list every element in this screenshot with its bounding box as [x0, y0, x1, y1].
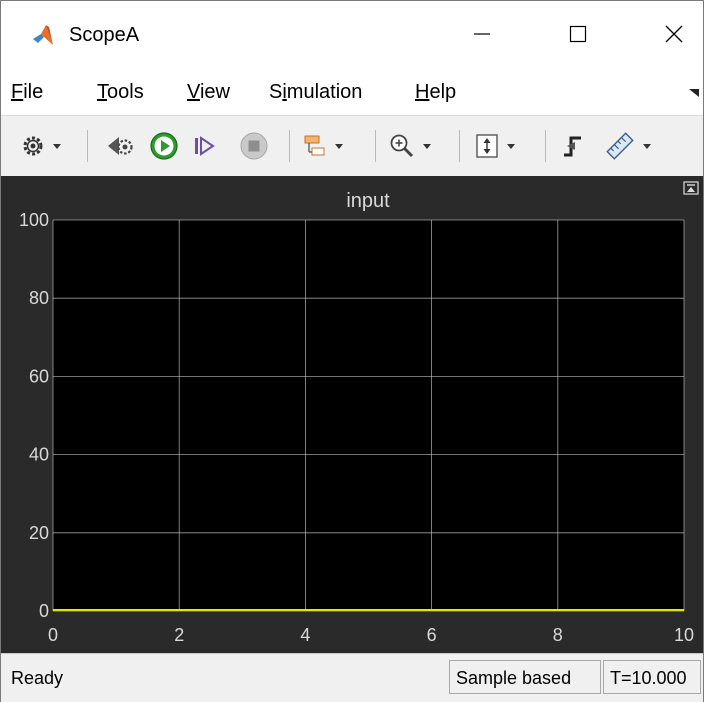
step-back-icon	[108, 137, 133, 155]
minimize-button[interactable]	[457, 1, 507, 67]
fit-axes-dropdown-caret-icon	[507, 143, 515, 149]
y-tick-label: 40	[29, 445, 49, 465]
scope-display: 0 2 4 6 8 10 0 20 40 60 80 100 input	[1, 176, 703, 653]
scope-plot[interactable]: 0 2 4 6 8 10020406080100 input	[1, 176, 703, 653]
zoom-dropdown-caret-icon	[423, 143, 431, 149]
zoom-in-icon	[390, 134, 414, 158]
scope-window: ScopeA File Tools View Simulation Help 0…	[0, 0, 704, 702]
window-title: ScopeA	[69, 24, 140, 46]
toolbar	[1, 115, 703, 176]
zoom-button[interactable]	[389, 126, 431, 166]
y-tick-label: 100	[19, 210, 49, 230]
measurements-button[interactable]	[605, 126, 651, 166]
measurements-icon	[606, 132, 634, 160]
undock-icon[interactable]	[683, 181, 699, 195]
step-back-button[interactable]	[105, 126, 135, 166]
trigger-button[interactable]	[561, 126, 585, 166]
trigger-icon	[564, 136, 581, 157]
run-button[interactable]	[149, 126, 179, 166]
settings-dropdown-caret-icon	[53, 143, 61, 149]
fit-axes-button[interactable]	[475, 126, 515, 166]
status-bar: Ready Sample based T=10.000	[1, 653, 703, 702]
step-forward-button[interactable]	[193, 126, 217, 166]
plot-title: input	[346, 190, 390, 212]
maximize-icon	[569, 25, 587, 43]
toolbar-separator	[459, 130, 460, 162]
menu-view[interactable]: View	[187, 79, 230, 105]
measurements-dropdown-caret-icon	[643, 143, 651, 149]
status-sample-mode: Sample based	[449, 660, 601, 694]
step-forward-icon	[195, 136, 215, 156]
x-tick-label: 4	[300, 625, 310, 645]
toolbar-separator	[545, 130, 546, 162]
toolbar-separator	[289, 130, 290, 162]
stop-button[interactable]	[239, 126, 269, 166]
status-ready-text: Ready	[11, 668, 64, 688]
y-tick-label: 0	[39, 601, 49, 621]
x-tick-label: 8	[553, 625, 563, 645]
close-icon	[665, 25, 683, 43]
toolbar-separator	[375, 130, 376, 162]
menu-bar: File Tools View Simulation Help	[1, 67, 703, 115]
minimize-icon	[474, 33, 490, 35]
menu-dock-arrow-icon[interactable]	[687, 85, 701, 99]
menu-file[interactable]: File	[11, 79, 43, 105]
matlab-app-icon	[33, 25, 53, 45]
signal-selector-dropdown-caret-icon	[335, 143, 343, 149]
fit-axes-icon	[476, 134, 498, 158]
y-tick-label: 60	[29, 366, 49, 386]
menu-tools[interactable]: Tools	[97, 79, 144, 105]
toolbar-separator	[87, 130, 88, 162]
x-tick-label: 2	[174, 625, 184, 645]
signal-selector-icon	[304, 135, 325, 156]
y-tick-label: 80	[29, 288, 49, 308]
settings-icon	[23, 136, 43, 156]
title-bar[interactable]: ScopeA	[1, 1, 703, 67]
maximize-button[interactable]	[553, 1, 603, 67]
settings-button[interactable]	[21, 126, 61, 166]
y-tick-label: 20	[29, 523, 49, 543]
menu-simulation[interactable]: Simulation	[269, 79, 362, 105]
stop-icon	[240, 132, 268, 160]
status-sim-time: T=10.000	[603, 660, 701, 694]
x-tick-label: 0	[48, 625, 58, 645]
signal-selector-button[interactable]	[303, 126, 343, 166]
x-tick-label: 10	[674, 625, 694, 645]
close-button[interactable]	[649, 1, 699, 67]
axes-background	[53, 220, 684, 611]
menu-help[interactable]: Help	[415, 79, 456, 105]
x-tick-label: 6	[427, 625, 437, 645]
run-icon	[150, 132, 178, 160]
